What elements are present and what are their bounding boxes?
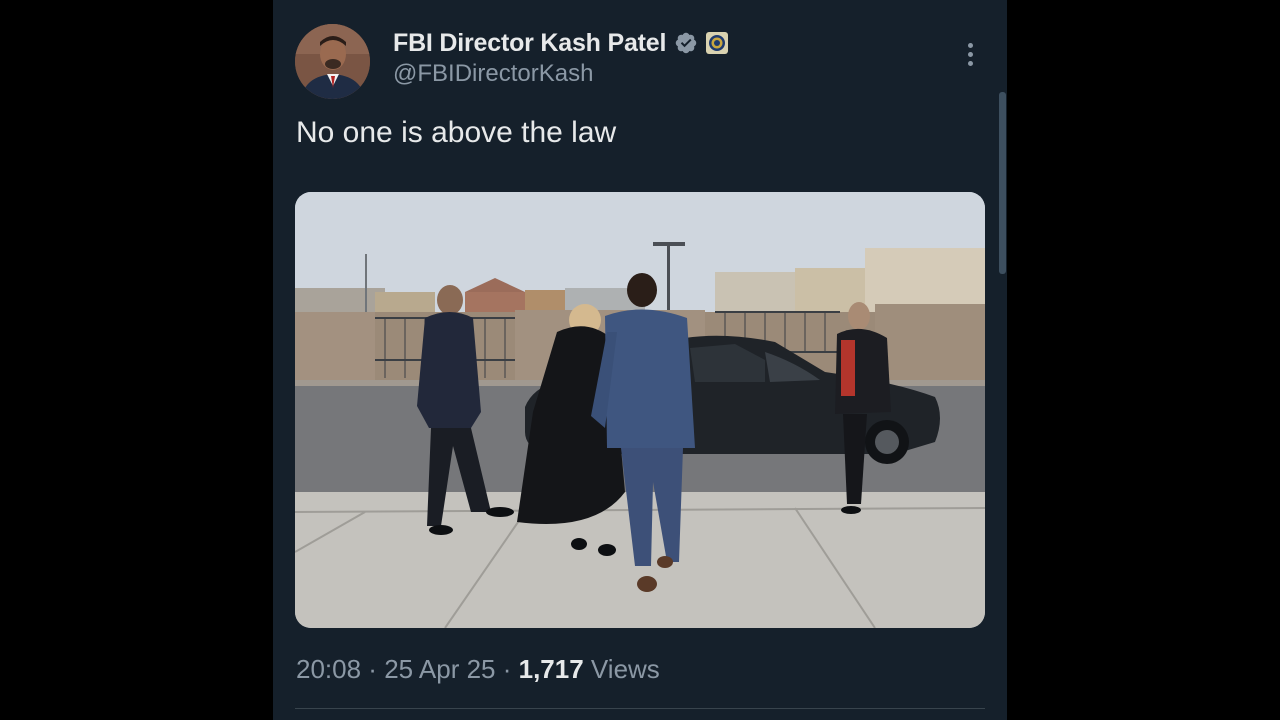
author-avatar[interactable] [295,24,370,99]
tweet-text: No one is above the law [296,116,617,149]
tweet-time[interactable]: 20:08 [296,654,361,684]
scrollbar-thumb[interactable] [999,92,1006,274]
author-display-name[interactable]: FBI Director Kash Patel [393,29,666,58]
tweet-photo[interactable] [295,192,985,628]
views-label: Views [590,654,660,684]
avatar-image [295,24,370,99]
author-name-row: FBI Director Kash Patel [393,26,729,60]
author-handle[interactable]: @FBIDirectorKash [393,60,593,88]
divider [295,708,985,709]
fbi-seal-icon[interactable] [706,32,729,54]
meta-separator: · [495,654,519,684]
tweet-panel: FBI Director Kash Patel @FBIDirectorKash… [273,0,1007,720]
more-options-icon[interactable] [959,36,981,72]
meta-separator: · [361,654,385,684]
photo-image [295,192,985,628]
tweet-meta: 20:08 · 25 Apr 25 · 1,717 Views [296,654,660,685]
verified-badge-icon[interactable] [674,31,698,55]
views-count: 1,717 [518,654,584,684]
tweet-date[interactable]: 25 Apr 25 [384,654,495,684]
